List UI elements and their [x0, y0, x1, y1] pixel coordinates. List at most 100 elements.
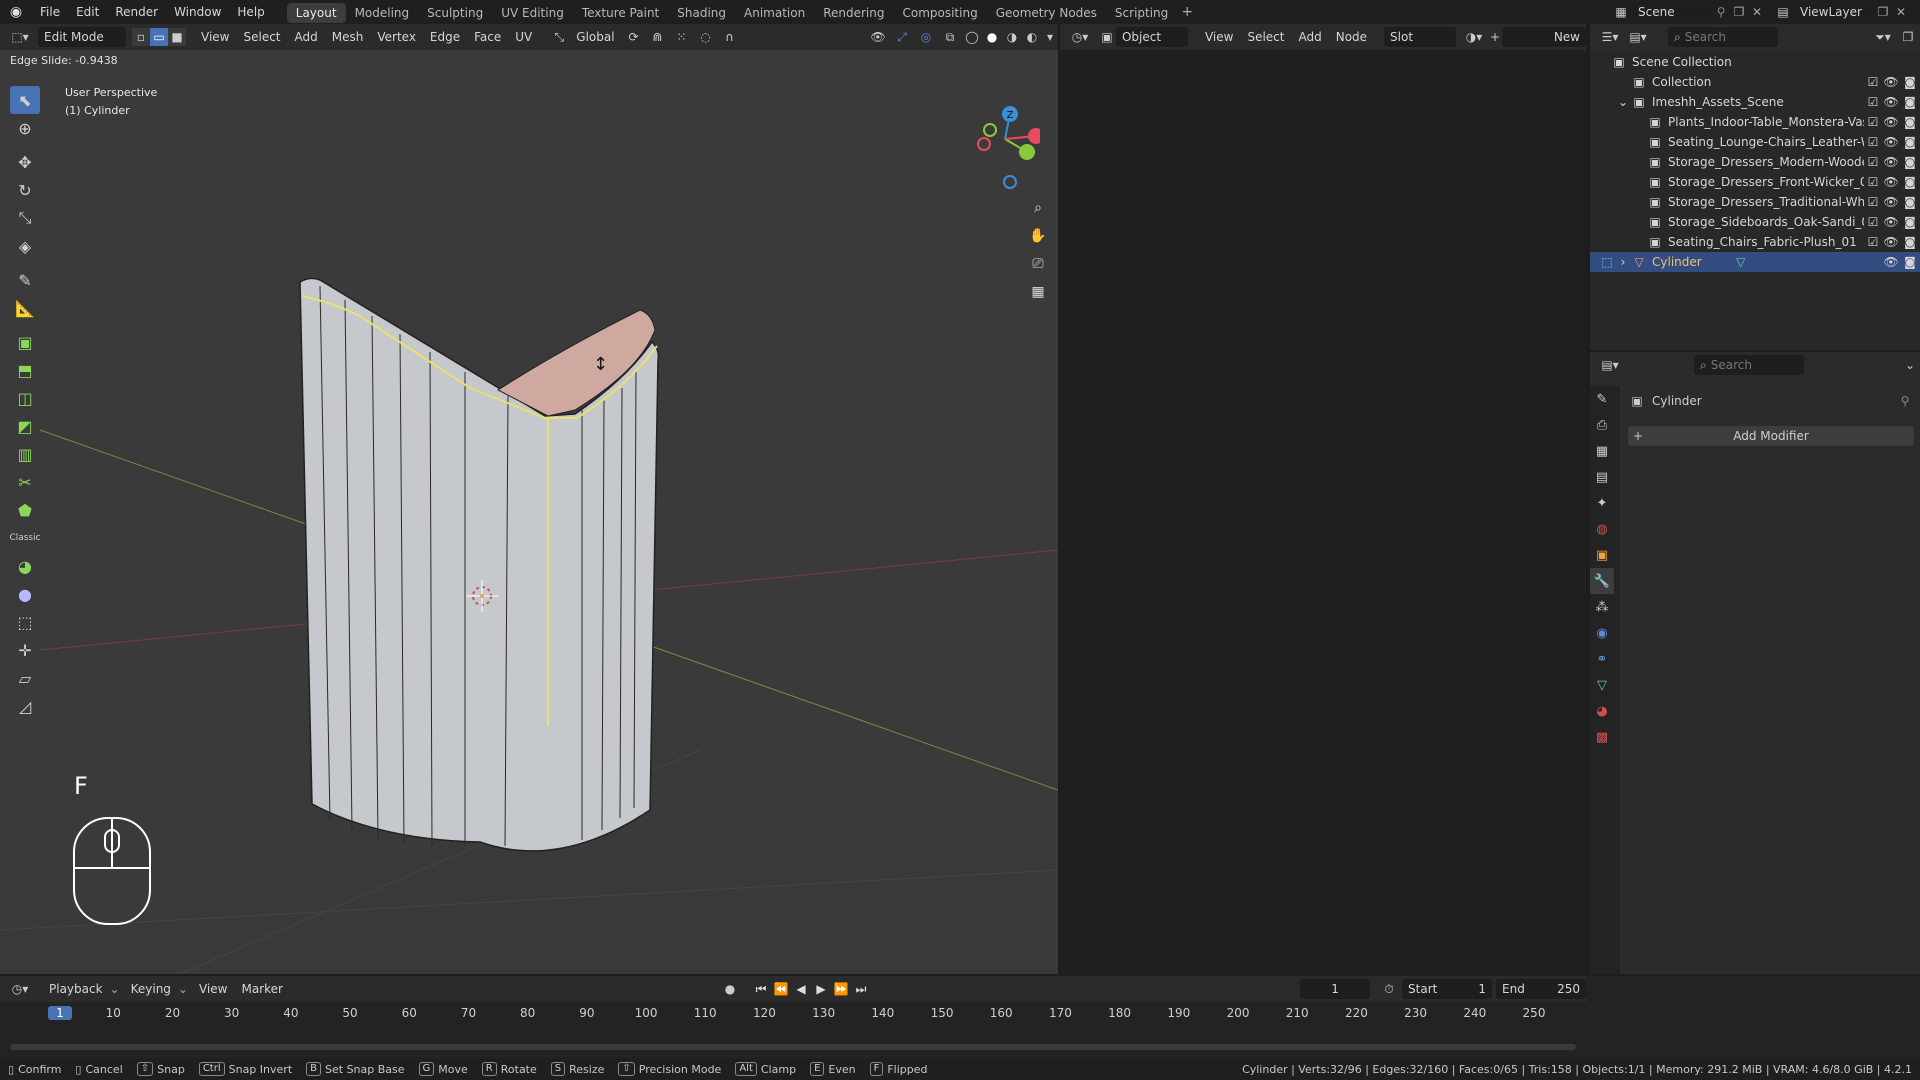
- material-tab-icon[interactable]: ◕: [1590, 698, 1614, 724]
- viewport-menu-face[interactable]: Face: [467, 27, 508, 47]
- solid-shading-icon[interactable]: ●: [982, 30, 1002, 44]
- add-cube-tool[interactable]: ▣: [10, 328, 40, 356]
- pin-icon[interactable]: ⚲: [1896, 394, 1914, 408]
- visibility-icon[interactable]: 👁: [866, 30, 890, 44]
- tab-shading[interactable]: Shading: [668, 3, 735, 23]
- camera-view-icon[interactable]: ⎚: [1026, 250, 1050, 278]
- jump-start-icon[interactable]: ⏮: [751, 982, 771, 997]
- view-layer-icon[interactable]: ▤: [1772, 5, 1794, 19]
- pin-icon[interactable]: ⚲: [1712, 5, 1730, 19]
- texture-tab-icon[interactable]: ▩: [1590, 724, 1614, 750]
- timeline-menu-playback[interactable]: Playback: [42, 979, 110, 999]
- rotate-tool[interactable]: ↻: [10, 176, 40, 204]
- output-tab-icon[interactable]: ▦: [1590, 438, 1614, 464]
- filter-icon[interactable]: ⏷▾: [1870, 30, 1896, 45]
- checkbox-icon[interactable]: ☑: [1864, 135, 1882, 149]
- move-tool[interactable]: ✥: [10, 148, 40, 176]
- edit-mode-icon[interactable]: ⬚: [1598, 255, 1616, 269]
- scene-collection-row[interactable]: ▣ Scene Collection: [1590, 52, 1920, 72]
- timeline-menu-marker[interactable]: Marker: [234, 979, 289, 999]
- editor-type-icon[interactable]: ◷▾: [6, 982, 34, 996]
- assets-collection-row[interactable]: ⌄ ▣ Imeshh_Assets_Scene ☑ 👁 ◙: [1590, 92, 1920, 112]
- tab-rendering[interactable]: Rendering: [814, 3, 893, 23]
- physics-tab-icon[interactable]: ◉: [1590, 620, 1614, 646]
- delete-scene-icon[interactable]: ✕: [1748, 5, 1766, 19]
- editor-type-icon[interactable]: ☰▾: [1596, 30, 1624, 44]
- spin-tool[interactable]: ◕: [10, 552, 40, 580]
- menu-help[interactable]: Help: [229, 0, 272, 24]
- tab-layout[interactable]: Layout: [286, 3, 346, 23]
- timeline[interactable]: ◷▾ Playback ⌄ Keying ⌄ View Marker ● ⏮ ⏪ ◀ ▶ …: [0, 976, 1920, 1058]
- tab-animation[interactable]: Animation: [735, 3, 814, 23]
- new-view-layer-icon[interactable]: ❐: [1874, 5, 1892, 19]
- current-frame-field[interactable]: 1: [1300, 979, 1371, 999]
- view-layer-tab-icon[interactable]: ▤: [1590, 464, 1614, 490]
- scene-tab-icon[interactable]: ✦: [1590, 490, 1614, 516]
- tab-texture-paint[interactable]: Texture Paint: [573, 3, 668, 23]
- snap-target-icon[interactable]: ⁙: [670, 30, 694, 44]
- object-tab-icon[interactable]: ▣: [1590, 542, 1614, 568]
- viewport-menu-add[interactable]: Add: [288, 27, 325, 47]
- orientation-icon[interactable]: ⤡: [549, 30, 569, 45]
- xray-icon[interactable]: ⧉: [938, 30, 962, 45]
- tab-compositing[interactable]: Compositing: [893, 3, 986, 23]
- tab-scripting[interactable]: Scripting: [1106, 3, 1177, 23]
- menu-file[interactable]: File: [32, 0, 68, 24]
- falloff-icon[interactable]: ∩: [718, 30, 742, 44]
- select-box-tool[interactable]: ⬉: [10, 86, 40, 114]
- frame-ruler[interactable]: 1 10 20 30 40 50 60 70 80 90 100 110 120 130 140 150 160…: [0, 1004, 1586, 1024]
- camera-icon[interactable]: ◙: [1900, 75, 1920, 89]
- annotate-tool[interactable]: ✎: [10, 266, 40, 294]
- shear-tool[interactable]: ▱: [10, 664, 40, 692]
- eye-icon[interactable]: 👁: [1882, 115, 1900, 129]
- node-menu-add[interactable]: Add: [1291, 27, 1328, 47]
- properties-search-input[interactable]: Search: [1711, 355, 1752, 375]
- gizmo-icon[interactable]: ⤢: [890, 30, 914, 45]
- camera-icon[interactable]: ◙: [1900, 95, 1920, 109]
- eye-icon[interactable]: 👁: [1882, 155, 1900, 169]
- checkbox-icon[interactable]: ☑: [1864, 175, 1882, 189]
- mesh-data-icon[interactable]: ▽: [1732, 255, 1750, 269]
- camera-icon[interactable]: ◙: [1900, 115, 1920, 129]
- editor-type-icon[interactable]: ▤▾: [1596, 358, 1624, 372]
- start-frame-field[interactable]: 1: [1478, 979, 1486, 999]
- collection-row[interactable]: ▣ Collection ☑ 👁 ◙: [1590, 72, 1920, 92]
- scene-icon[interactable]: ▦: [1610, 5, 1632, 19]
- editor-type-icon[interactable]: ⬚▾: [6, 30, 34, 44]
- material-icon[interactable]: ◑▾: [1460, 30, 1488, 44]
- auto-key-icon[interactable]: ●: [719, 982, 741, 996]
- zoom-icon[interactable]: ⌕: [1026, 194, 1050, 222]
- rip-tool[interactable]: ◿: [10, 692, 40, 720]
- camera-icon[interactable]: ◙: [1900, 215, 1920, 229]
- checkbox-icon[interactable]: ☑: [1864, 215, 1882, 229]
- blender-logo-icon[interactable]: ◉: [0, 0, 32, 24]
- camera-icon[interactable]: ◙: [1900, 235, 1920, 249]
- scale-tool[interactable]: ⤡: [10, 204, 40, 232]
- tab-geometry-nodes[interactable]: Geometry Nodes: [987, 3, 1106, 23]
- cursor-tool[interactable]: ⊕: [10, 114, 40, 142]
- current-frame-marker[interactable]: 1: [48, 1006, 72, 1020]
- edge-slide-tool[interactable]: ⬚: [10, 608, 40, 636]
- new-scene-icon[interactable]: ❐: [1730, 5, 1748, 19]
- outliner-item[interactable]: ▣ Storage_Dressers_Front-Wicker_01 ☑ 👁 ◙: [1590, 172, 1920, 192]
- edge-select-icon[interactable]: ▭: [150, 28, 168, 46]
- world-tab-icon[interactable]: ◍: [1590, 516, 1614, 542]
- outliner-item[interactable]: ▣ Seating_Chairs_Fabric-Plush_01 ☑ 👁 ◙: [1590, 232, 1920, 252]
- viewport-menu-select[interactable]: Select: [236, 27, 287, 47]
- play-icon[interactable]: ▶: [811, 982, 831, 996]
- pan-hand-icon[interactable]: ✋: [1026, 222, 1050, 250]
- chevron-right-icon[interactable]: ›: [1616, 255, 1630, 269]
- camera-icon[interactable]: ◙: [1900, 175, 1920, 189]
- overlays-icon[interactable]: ◎: [914, 30, 938, 44]
- outliner-item[interactable]: ▣ Seating_Lounge-Chairs_Leather-We ☑ 👁 ◙: [1590, 132, 1920, 152]
- constraints-tab-icon[interactable]: ⚭: [1590, 646, 1614, 672]
- pivot-icon[interactable]: ⟳: [622, 30, 646, 44]
- timeline-scrollbar[interactable]: [10, 1044, 1576, 1050]
- new-material-icon[interactable]: +: [1488, 30, 1502, 44]
- scene-field[interactable]: Scene: [1632, 2, 1712, 22]
- checkbox-icon[interactable]: ☑: [1864, 195, 1882, 209]
- vertex-select-icon[interactable]: ▫: [132, 28, 150, 46]
- options-icon[interactable]: ⌄: [1900, 358, 1920, 372]
- node-menu-select[interactable]: Select: [1240, 27, 1291, 47]
- proportional-edit-icon[interactable]: ◌: [694, 30, 718, 44]
